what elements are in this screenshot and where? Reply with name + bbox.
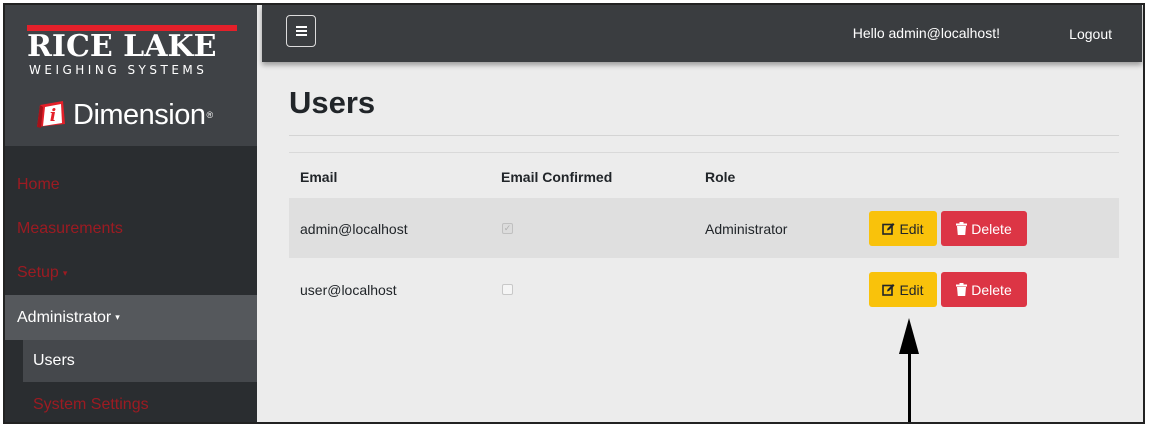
sidebar-item-users[interactable]: Users <box>23 340 257 382</box>
company-logo-text: RICE LAKE <box>27 29 217 64</box>
table-row: admin@localhost ✓ Administrator Edit Del… <box>289 198 1119 258</box>
user-greeting: Hello admin@localhost! <box>852 25 1000 41</box>
user-email: admin@localhost <box>300 221 408 237</box>
delete-button-label: Delete <box>971 220 1012 237</box>
logout-link[interactable]: Logout <box>1069 26 1112 42</box>
idimension-badge-icon: i <box>33 97 69 133</box>
arrow-up-icon <box>899 318 919 354</box>
app-window: RICE LAKE WEIGHING SYSTEMS i Dimension ®… <box>3 3 1145 424</box>
sidebar: RICE LAKE WEIGHING SYSTEMS i Dimension ®… <box>5 5 257 422</box>
sidebar-item-label: Administrator <box>17 308 112 326</box>
sidebar-item-label: Measurements <box>17 220 123 237</box>
hamburger-icon <box>295 26 307 36</box>
sidebar-item-label: Home <box>17 176 60 193</box>
sidebar-item-label: System Settings <box>33 396 149 413</box>
sidebar-item-administrator[interactable]: Administrator ▾ <box>5 295 257 340</box>
sidebar-item-label: Users <box>33 352 75 369</box>
product-logo: i Dimension ® <box>33 95 213 135</box>
sidebar-item-measurements[interactable]: Measurements <box>5 208 257 250</box>
edit-icon <box>882 222 895 235</box>
sidebar-item-home[interactable]: Home <box>5 164 257 206</box>
chevron-down-icon: ▾ <box>115 312 120 322</box>
arrow-shaft <box>908 350 911 422</box>
table-row: user@localhost Edit Delete <box>289 259 1119 319</box>
sidebar-item-system-settings[interactable]: System Settings <box>5 384 257 422</box>
edit-icon <box>882 283 895 296</box>
trash-icon <box>956 283 968 296</box>
trash-icon <box>956 222 968 235</box>
company-tagline: WEIGHING SYSTEMS <box>29 63 208 77</box>
column-header-role: Role <box>705 169 736 185</box>
edit-button-label: Edit <box>899 220 924 237</box>
title-divider <box>289 135 1119 136</box>
edit-button[interactable]: Edit <box>869 211 937 246</box>
brand-header: RICE LAKE WEIGHING SYSTEMS i Dimension ® <box>5 5 257 146</box>
table-top-border <box>289 152 1119 153</box>
sidebar-item-label: Setup <box>17 264 59 281</box>
menu-toggle-button[interactable] <box>286 15 316 47</box>
delete-button-label: Delete <box>971 281 1012 298</box>
sidebar-item-setup[interactable]: Setup ▾ <box>5 252 257 294</box>
column-header-email-confirmed: Email Confirmed <box>501 169 613 185</box>
edit-button-label: Edit <box>899 281 924 298</box>
email-confirmed-checkbox <box>502 284 513 295</box>
product-name: Dimension <box>73 98 206 131</box>
svg-text:i: i <box>50 106 56 126</box>
column-header-email: Email <box>300 169 338 185</box>
top-navbar: Hello admin@localhost! Logout <box>262 5 1142 62</box>
page-title: Users <box>289 85 376 120</box>
delete-button[interactable]: Delete <box>941 272 1027 307</box>
edit-button[interactable]: Edit <box>869 272 937 307</box>
user-email: user@localhost <box>300 282 397 298</box>
delete-button[interactable]: Delete <box>941 211 1027 246</box>
user-role: Administrator <box>705 221 788 237</box>
chevron-down-icon: ▾ <box>62 267 68 278</box>
email-confirmed-checkbox: ✓ <box>502 223 513 234</box>
registered-mark: ® <box>206 110 214 120</box>
